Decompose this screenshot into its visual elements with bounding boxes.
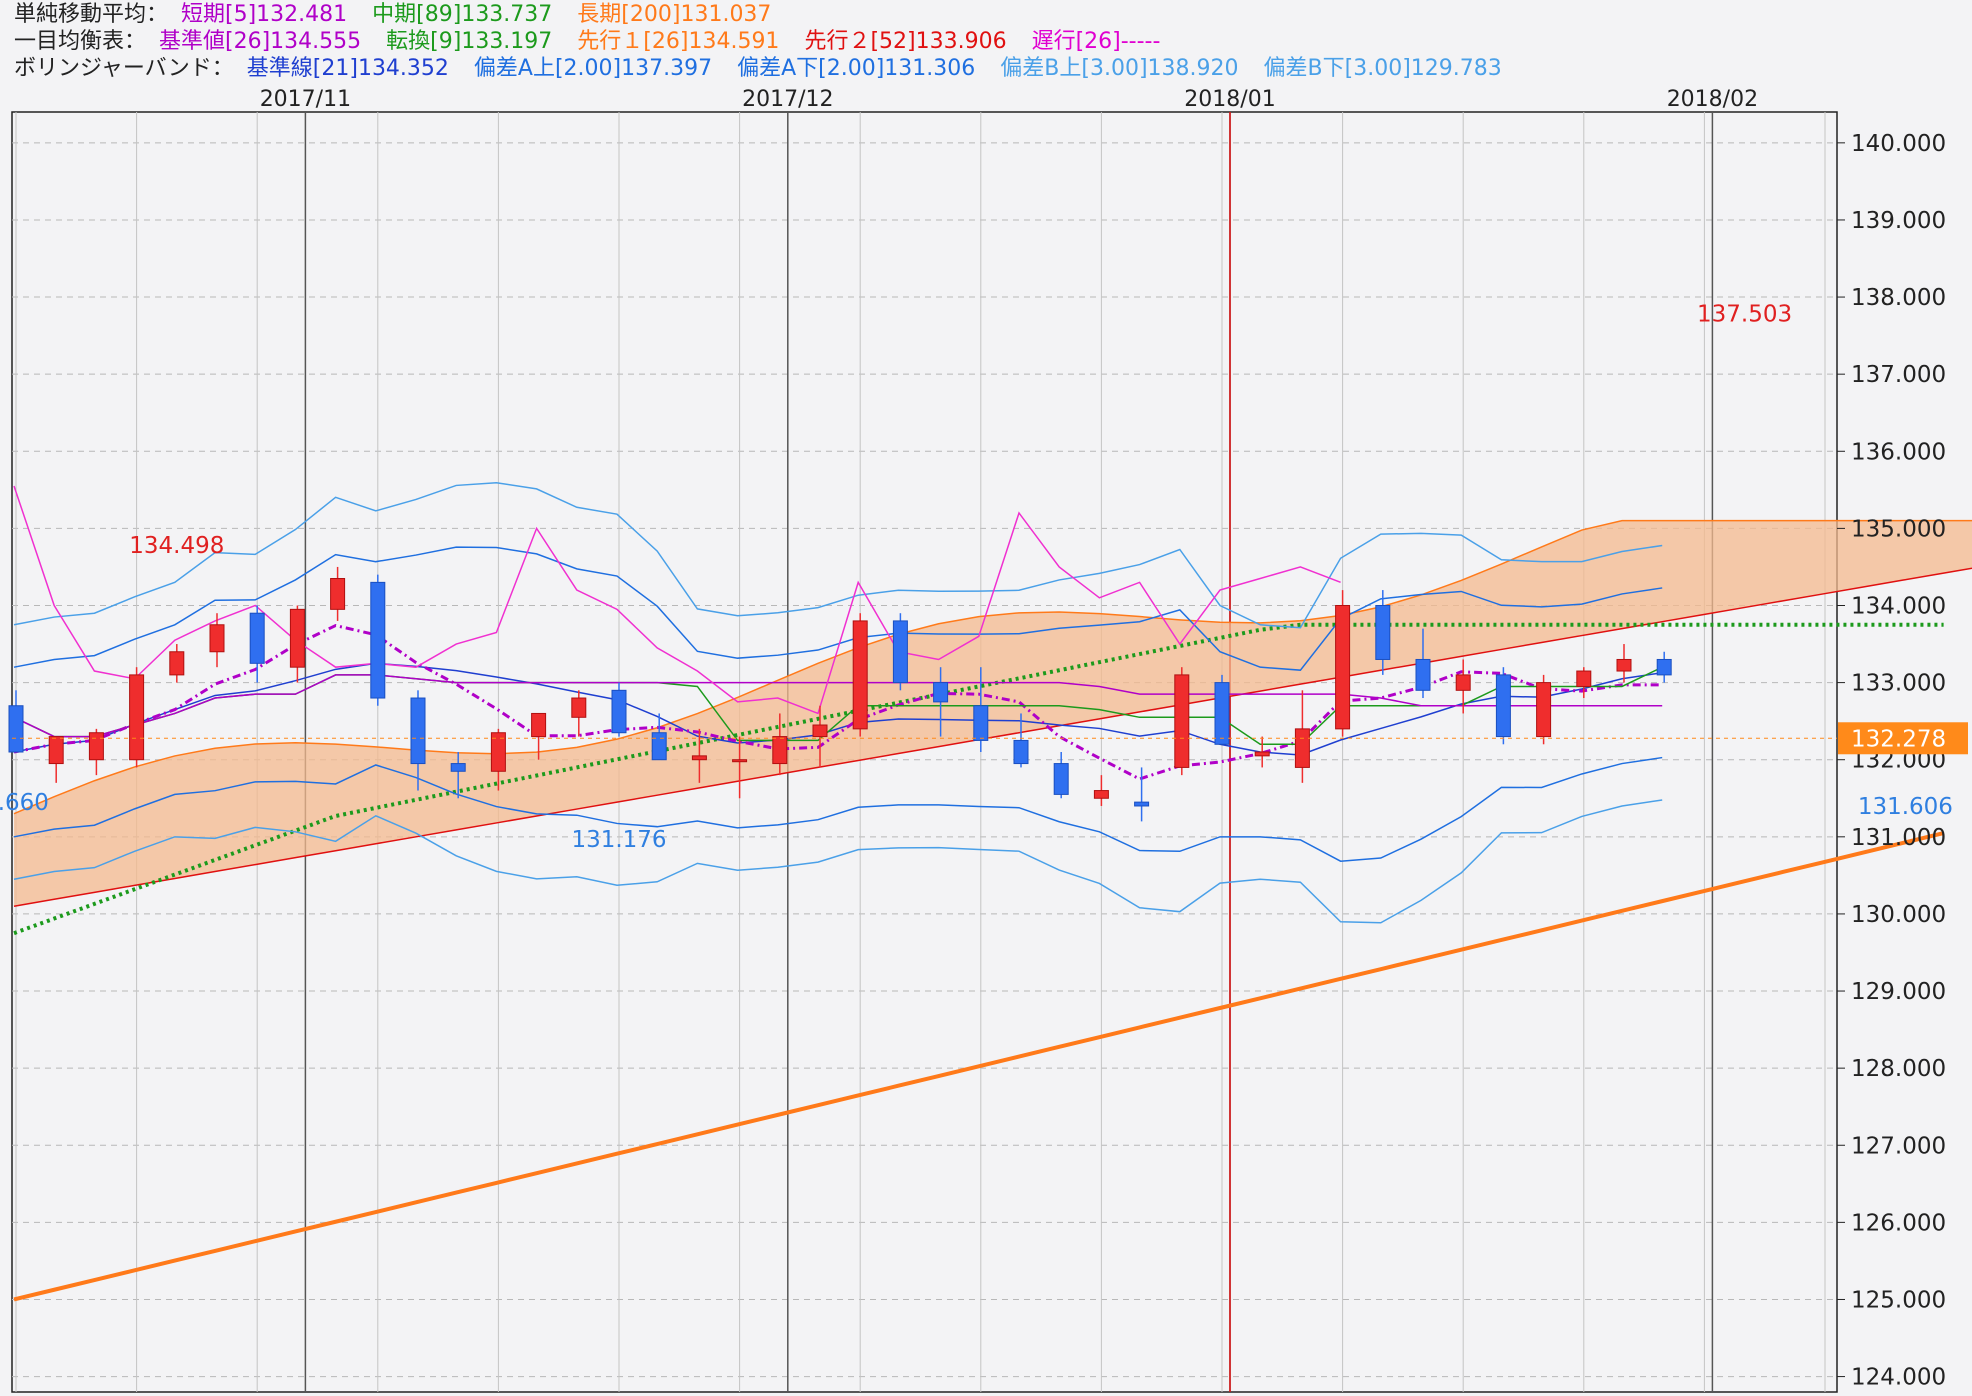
- bollinger-upperB-value: 偏差B上[3.00]138.920: [1000, 56, 1239, 81]
- bollinger-lowerB-value: 偏差B下[3.00]129.783: [1263, 56, 1502, 81]
- candle: [1174, 667, 1190, 776]
- candle: [852, 613, 868, 737]
- y-tick-label: 126.000: [1851, 1210, 1946, 1236]
- candle-body: [1335, 604, 1351, 730]
- candle-body: [1576, 670, 1592, 687]
- bollinger-upperA-value: 偏差A上[2.00]137.397: [473, 56, 713, 81]
- y-tick-label: 140.000: [1851, 131, 1946, 157]
- candle-body: [651, 732, 667, 761]
- candle-body: [1616, 658, 1632, 672]
- candle-body: [1294, 728, 1310, 768]
- candle-body: [330, 578, 346, 610]
- x-period-label: 2018/01: [1184, 87, 1275, 112]
- bollinger-label: ボリンジャーバンド：: [14, 56, 234, 81]
- ichimoku-senkou1-value: 先行１[26]134.591: [577, 29, 780, 54]
- y-tick-label: 127.000: [1851, 1133, 1946, 1159]
- candle-body: [732, 759, 748, 763]
- candle-body: [370, 581, 386, 699]
- candle-body: [450, 763, 466, 772]
- candle-body: [691, 755, 707, 761]
- sma-label: 単純移動平均：: [14, 2, 169, 27]
- candle-body: [249, 612, 265, 664]
- y-tick-label: 136.000: [1851, 439, 1946, 465]
- y-tick-label: 137.000: [1851, 362, 1946, 388]
- y-tick-label: 128.000: [1851, 1056, 1946, 1082]
- candle-body: [973, 705, 989, 741]
- indicator-legend: 単純移動平均： 短期[5]132.481 中期[89]133.737 長期[20…: [0, 0, 1972, 85]
- candle: [1536, 674, 1552, 745]
- candle-body: [169, 651, 185, 676]
- sma-mid-value: 中期[89]133.737: [372, 2, 553, 27]
- y-tick-label: 134.000: [1851, 593, 1946, 619]
- price-annotation: 134.498: [129, 533, 224, 559]
- candle-body: [1134, 801, 1150, 807]
- ichimoku-legend-row: 一目均衡表： 基準値[26]134.555 転換[9]133.197 先行１[2…: [14, 28, 1178, 55]
- ichimoku-chikou-value: 遅行[26]-----: [1031, 29, 1161, 54]
- candle-body: [1455, 674, 1471, 691]
- y-tick-label: 133.000: [1851, 671, 1946, 697]
- candle-body: [892, 620, 908, 684]
- candle: [129, 667, 145, 768]
- candle: [1335, 590, 1351, 737]
- candle-body: [812, 724, 828, 738]
- bollinger-legend-row: ボリンジャーバンド： 基準線[21]134.352 偏差A上[2.00]137.…: [14, 55, 1520, 82]
- candle-body: [1174, 674, 1190, 768]
- candle-body: [772, 736, 788, 765]
- price-annotation: 131.176: [571, 827, 666, 853]
- y-tick-label: 139.000: [1851, 208, 1946, 234]
- candle-body: [289, 608, 305, 668]
- sma-short-value: 短期[5]132.481: [181, 2, 348, 27]
- y-tick-label: 135.000: [1851, 516, 1946, 542]
- candle-body: [531, 712, 547, 738]
- candle-body: [1093, 790, 1109, 799]
- ichimoku-label: 一目均衡表：: [14, 29, 147, 54]
- ichimoku-kijun-value: 基準値[26]134.555: [159, 29, 362, 54]
- candle-body: [1254, 751, 1270, 757]
- bollinger-base-value: 基準線[21]134.352: [246, 56, 449, 81]
- candle-body: [1536, 682, 1552, 738]
- price-annotation: 1.660: [0, 790, 49, 816]
- candle-body: [852, 620, 868, 730]
- candle: [370, 574, 386, 706]
- current-price-label: 132.278: [1851, 726, 1946, 752]
- price-annotation: 131.606: [1858, 794, 1953, 820]
- bollinger-lowerA-value: 偏差A下[2.00]131.306: [737, 56, 976, 81]
- x-period-label: 2018/02: [1667, 87, 1758, 112]
- y-tick-label: 124.000: [1851, 1365, 1946, 1391]
- x-period-label: 2017/11: [260, 87, 351, 112]
- candle-body: [571, 697, 587, 718]
- candle: [1495, 667, 1511, 745]
- sma-long-value: 長期[200]131.037: [577, 2, 772, 27]
- ichimoku-tenkan-value: 転換[9]133.197: [386, 29, 553, 54]
- y-tick-label: 131.000: [1851, 825, 1946, 851]
- candle-body: [8, 705, 24, 753]
- sma-legend-row: 単純移動平均： 短期[5]132.481 中期[89]133.737 長期[20…: [14, 1, 789, 28]
- price-chart[interactable]: 2017/11 2017/12 2018/01 2018/02 134.498 1.66…: [0, 84, 1972, 1396]
- candle-body: [1495, 674, 1511, 738]
- candle-body: [209, 624, 225, 653]
- y-tick-label: 138.000: [1851, 285, 1946, 311]
- candle-body: [88, 732, 104, 761]
- ichimoku-senkou2-value: 先行２[52]133.906: [804, 29, 1007, 54]
- y-tick-label: 129.000: [1851, 979, 1946, 1005]
- candle: [611, 682, 627, 737]
- candle-body: [1375, 604, 1391, 660]
- candle-body: [48, 736, 64, 765]
- candle: [892, 613, 908, 691]
- candle-body: [1656, 658, 1672, 676]
- candle-body: [1013, 739, 1029, 765]
- y-tick-label: 125.000: [1851, 1287, 1946, 1313]
- candle-body: [1415, 658, 1431, 691]
- candle-body: [933, 682, 949, 703]
- candle-body: [611, 689, 627, 734]
- candle: [1214, 674, 1230, 745]
- candle-body: [410, 697, 426, 765]
- y-tick-label: 130.000: [1851, 902, 1946, 928]
- price-annotation: 137.503: [1697, 301, 1792, 327]
- candle-body: [1053, 763, 1069, 795]
- candle-body: [129, 674, 145, 761]
- candle-body: [1214, 682, 1230, 745]
- x-period-label: 2017/12: [742, 87, 833, 112]
